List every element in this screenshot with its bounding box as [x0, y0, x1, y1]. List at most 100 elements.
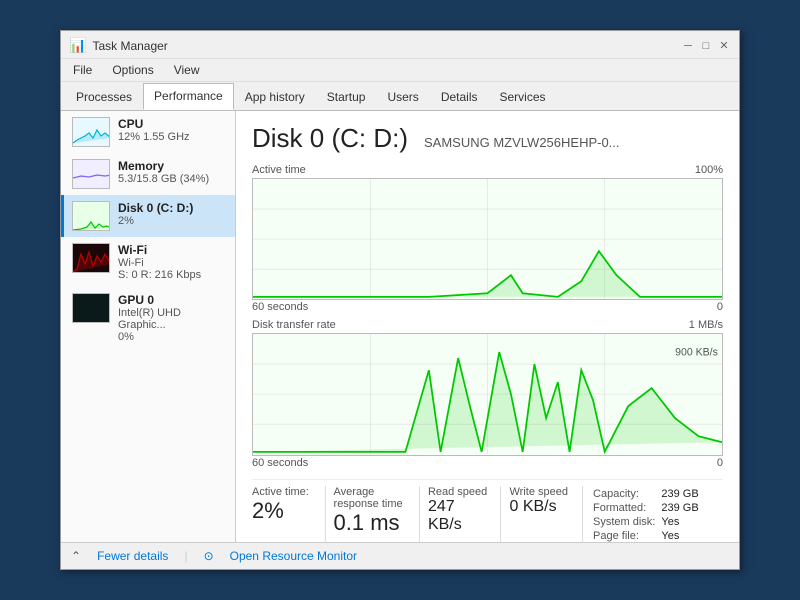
- separator: |: [184, 549, 187, 563]
- disk-model: SAMSUNG MZVLW256HEHP-0...: [424, 135, 620, 150]
- sidebar-item-memory[interactable]: Memory 5.3/15.8 GB (34%): [61, 153, 235, 195]
- wifi-info: Wi-Fi Wi-Fi S: 0 R: 216 Kbps: [118, 243, 227, 281]
- wifi-thumbnail: [72, 243, 110, 273]
- gpu-thumbnail: [72, 293, 110, 323]
- transfer-rate-svg: 900 KB/s: [253, 334, 722, 454]
- active-time-stat-value: 2%: [252, 498, 317, 524]
- bottom-bar: ⌃ Fewer details | ⊙ Open Resource Monito…: [61, 542, 739, 569]
- write-speed-value: 0 KB/s: [509, 498, 574, 516]
- chart-section: Active time 100%: [252, 164, 723, 469]
- capacity-label: Capacity:: [593, 488, 655, 500]
- cpu-sub: 12% 1.55 GHz: [118, 131, 227, 143]
- sidebar-item-disk[interactable]: Disk 0 (C: D:) 2%: [61, 195, 235, 237]
- main-content: CPU 12% 1.55 GHz Memory 5.3/15.8 GB (34%…: [61, 111, 739, 542]
- cpu-name: CPU: [118, 117, 227, 131]
- active-time-time: 60 seconds: [252, 301, 308, 313]
- tab-app-history[interactable]: App history: [234, 84, 316, 110]
- active-time-label: Active time: [252, 164, 306, 176]
- maximize-button[interactable]: □: [699, 39, 713, 53]
- active-time-chart-block: Active time 100%: [252, 164, 723, 313]
- transfer-rate-label: Disk transfer rate: [252, 319, 336, 331]
- wifi-sub1: Wi-Fi: [118, 257, 227, 269]
- close-button[interactable]: ✕: [717, 39, 731, 53]
- sidebar-item-wifi[interactable]: Wi-Fi Wi-Fi S: 0 R: 216 Kbps: [61, 237, 235, 287]
- open-resource-monitor-button[interactable]: Open Resource Monitor: [230, 549, 357, 563]
- tab-bar: Processes Performance App history Startu…: [61, 82, 739, 111]
- cpu-thumbnail: [72, 117, 110, 147]
- disk-title-row: Disk 0 (C: D:) SAMSUNG MZVLW256HEHP-0...: [252, 123, 723, 154]
- page-file-value: Yes: [657, 530, 698, 542]
- formatted-label: Formatted:: [593, 502, 655, 514]
- capacity-value: 239 GB: [657, 488, 698, 500]
- active-time-bottom: 60 seconds 0: [252, 301, 723, 313]
- minimize-button[interactable]: ─: [681, 39, 695, 53]
- window-title: Task Manager: [92, 39, 167, 53]
- transfer-rate-chart-block: Disk transfer rate 1 MB/s: [252, 319, 723, 468]
- menu-view[interactable]: View: [170, 61, 204, 79]
- tab-performance[interactable]: Performance: [143, 83, 234, 110]
- disk-thumbnail: [72, 201, 110, 231]
- write-speed-label: Write speed: [509, 486, 574, 498]
- formatted-value: 239 GB: [657, 502, 698, 514]
- cpu-chart: [73, 118, 110, 147]
- memory-info: Memory 5.3/15.8 GB (34%): [118, 159, 227, 185]
- sidebar-item-gpu[interactable]: GPU 0 Intel(R) UHD Graphic... 0%: [61, 287, 235, 349]
- gpu-sub1: Intel(R) UHD Graphic...: [118, 307, 227, 331]
- fewer-details-icon: ⌃: [71, 549, 81, 563]
- disk-sub: 2%: [118, 215, 227, 227]
- menu-file[interactable]: File: [69, 61, 96, 79]
- transfer-rate-max: 1 MB/s: [689, 319, 723, 331]
- active-time-chart: [252, 178, 723, 300]
- wifi-chart: [73, 244, 110, 273]
- disk-chart: [73, 202, 110, 231]
- task-manager-window: 📊 Task Manager ─ □ ✕ File Options View P…: [60, 30, 740, 570]
- title-bar: 📊 Task Manager ─ □ ✕: [61, 31, 739, 59]
- system-disk-value: Yes: [657, 516, 698, 528]
- menu-options[interactable]: Options: [108, 61, 157, 79]
- stat-read-speed: Read speed 247 KB/s: [420, 486, 502, 543]
- stats-section: Active time: 2% Average response time 0.…: [252, 479, 723, 543]
- gpu-sub2: 0%: [118, 331, 227, 343]
- cpu-info: CPU 12% 1.55 GHz: [118, 117, 227, 143]
- app-icon: 📊: [69, 37, 86, 54]
- resource-monitor-icon: ⊙: [204, 549, 214, 563]
- left-panel: CPU 12% 1.55 GHz Memory 5.3/15.8 GB (34%…: [61, 111, 236, 542]
- disk-name: Disk 0 (C: D:): [118, 201, 227, 215]
- menu-bar: File Options View: [61, 59, 739, 82]
- tab-services[interactable]: Services: [489, 84, 557, 110]
- transfer-rate-chart: 900 KB/s: [252, 333, 723, 455]
- gpu-info: GPU 0 Intel(R) UHD Graphic... 0%: [118, 293, 227, 343]
- read-speed-value: 247 KB/s: [428, 498, 493, 534]
- right-panel: Disk 0 (C: D:) SAMSUNG MZVLW256HEHP-0...…: [236, 111, 739, 542]
- page-file-label: Page file:: [593, 530, 655, 542]
- gpu-chart: [73, 294, 110, 323]
- active-time-label-row: Active time 100%: [252, 164, 723, 176]
- active-time-max: 100%: [695, 164, 723, 176]
- memory-thumbnail: [72, 159, 110, 189]
- transfer-rate-min: 0: [717, 457, 723, 469]
- tab-processes[interactable]: Processes: [65, 84, 143, 110]
- active-time-min: 0: [717, 301, 723, 313]
- window-controls: ─ □ ✕: [681, 39, 731, 53]
- sidebar-item-cpu[interactable]: CPU 12% 1.55 GHz: [61, 111, 235, 153]
- right-stats: Capacity: 239 GB Formatted: 239 GB Syste…: [583, 486, 723, 543]
- gpu-name: GPU 0: [118, 293, 227, 307]
- right-stats-table: Capacity: 239 GB Formatted: 239 GB Syste…: [591, 486, 701, 543]
- tab-startup[interactable]: Startup: [316, 84, 377, 110]
- memory-chart: [73, 160, 110, 189]
- wifi-sub2: S: 0 R: 216 Kbps: [118, 269, 227, 281]
- active-time-stat-label: Active time:: [252, 486, 317, 498]
- transfer-rate-label-row: Disk transfer rate 1 MB/s: [252, 319, 723, 331]
- transfer-rate-time: 60 seconds: [252, 457, 308, 469]
- memory-sub: 5.3/15.8 GB (34%): [118, 173, 227, 185]
- read-speed-label: Read speed: [428, 486, 493, 498]
- disk-title: Disk 0 (C: D:): [252, 123, 408, 154]
- fewer-details-button[interactable]: Fewer details: [97, 549, 168, 563]
- tab-users[interactable]: Users: [376, 84, 429, 110]
- memory-name: Memory: [118, 159, 227, 173]
- stat-write-speed: Write speed 0 KB/s: [501, 486, 583, 543]
- system-disk-label: System disk:: [593, 516, 655, 528]
- stat-active-time: Active time: 2%: [252, 486, 326, 543]
- disk-info: Disk 0 (C: D:) 2%: [118, 201, 227, 227]
- tab-details[interactable]: Details: [430, 84, 489, 110]
